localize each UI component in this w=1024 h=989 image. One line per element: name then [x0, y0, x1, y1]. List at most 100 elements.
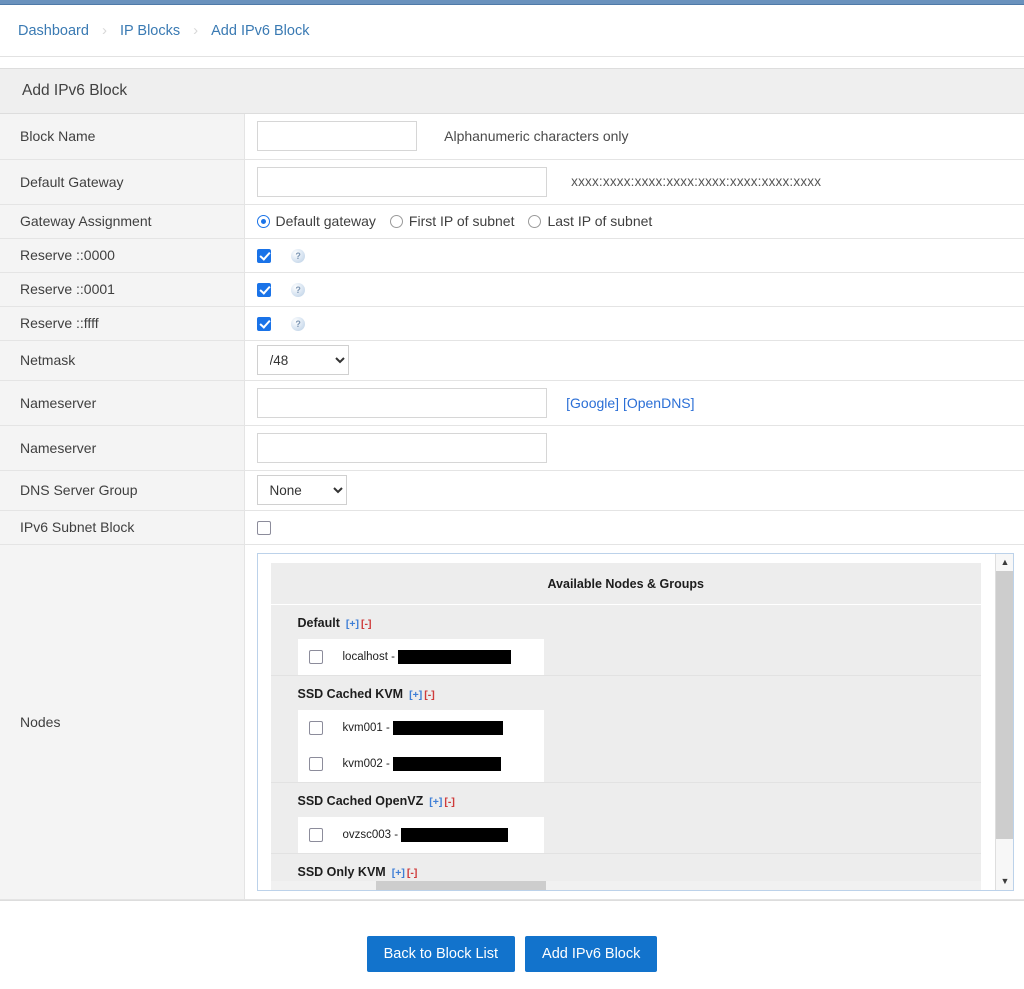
expand-group-link[interactable]: [+]	[346, 618, 359, 630]
form-row-netmask: Netmask /48/56/64/80/96/112	[0, 340, 1024, 380]
label-ipv6-subnet-block: IPv6 Subnet Block	[0, 510, 244, 544]
node-checkbox[interactable]	[309, 828, 323, 842]
node-name-label: ovzsc003 -	[343, 828, 509, 842]
breadcrumb-item-dashboard[interactable]: Dashboard	[18, 23, 89, 39]
cell-block-name: Alphanumeric characters only	[244, 114, 1024, 159]
node-name-label: localhost -	[343, 650, 511, 664]
node-group-header: SSD Cached OpenVZ [+][-]	[271, 782, 982, 817]
radio-first-ip-of-subnet[interactable]: First IP of subnet	[390, 213, 515, 229]
cell-reserve-0000: ?	[244, 238, 1024, 272]
node-list-item[interactable]: localhost -	[298, 639, 544, 675]
label-reserve-0001: Reserve ::0001	[0, 272, 244, 306]
nodes-group-list: Default[+][-]localhost -SSD Cached KVM[+…	[271, 605, 982, 888]
radio-label: Default gateway	[276, 213, 376, 229]
label-nodes: Nodes	[0, 544, 244, 899]
cell-nameserver-1: [Google] [OpenDNS]	[244, 380, 1024, 425]
nodes-scroll-thumb[interactable]	[996, 571, 1014, 839]
label-netmask: Netmask	[0, 340, 244, 380]
scroll-down-arrow-icon[interactable]: ▼	[996, 873, 1014, 890]
nameserver-presets: [Google] [OpenDNS]	[566, 395, 694, 411]
radio-selected-icon	[257, 215, 270, 228]
node-group-name: SSD Cached KVM	[298, 687, 404, 701]
netmask-select[interactable]: /48/56/64/80/96/112	[257, 345, 349, 375]
nodes-vertical-scrollbar[interactable]: ▲ ▼	[995, 554, 1013, 890]
radio-last-ip-of-subnet[interactable]: Last IP of subnet	[528, 213, 652, 229]
breadcrumb-separator-icon: ›	[193, 22, 198, 39]
breadcrumb-separator-icon: ›	[102, 22, 107, 39]
cell-nodes: Available Nodes & Groups Default[+][-]lo…	[244, 544, 1024, 899]
radio-unselected-icon	[528, 215, 541, 228]
node-checkbox[interactable]	[309, 650, 323, 664]
default-gateway-input[interactable]	[257, 167, 547, 197]
form-row-reserve-0000: Reserve ::0000 ?	[0, 238, 1024, 272]
node-group-header: SSD Cached KVM [+][-]	[271, 675, 982, 710]
node-list-item[interactable]: kvm002 -	[298, 746, 544, 782]
node-group-name: SSD Only KVM	[298, 865, 386, 879]
node-list-item[interactable]: kvm001 -	[298, 710, 544, 746]
node-list-item[interactable]: ovzsc003 -	[298, 817, 544, 853]
form-actions: Back to Block List Add IPv6 Block	[0, 901, 1024, 972]
form-row-nodes: Nodes Available Nodes & Groups Default [+…	[0, 544, 1024, 899]
scroll-up-arrow-icon[interactable]: ▲	[996, 554, 1014, 571]
help-icon[interactable]: ?	[291, 317, 305, 331]
cell-nameserver-2	[244, 425, 1024, 470]
nodes-horizontal-scrollbar[interactable]	[271, 881, 982, 890]
google-dns-link[interactable]: [Google]	[566, 395, 619, 411]
label-dns-server-group: DNS Server Group	[0, 470, 244, 510]
reserve-0001-checkbox[interactable]	[257, 283, 271, 297]
node-name-label: kvm001 -	[343, 721, 503, 735]
gateway-assignment-radio-group: Default gateway First IP of subnet Last …	[257, 213, 1024, 229]
node-checkbox[interactable]	[309, 721, 323, 735]
form-row-dns-server-group: DNS Server Group None	[0, 470, 1024, 510]
cell-ipv6-subnet-block	[244, 510, 1024, 544]
add-ipv6-block-panel: Add IPv6 Block Block Name Alphanumeric c…	[0, 68, 1024, 901]
cell-reserve-0001: ?	[244, 272, 1024, 306]
reserve-ffff-checkbox[interactable]	[257, 317, 271, 331]
nodes-selector: Available Nodes & Groups Default[+][-]lo…	[257, 553, 1015, 891]
expand-group-link[interactable]: [+]	[429, 796, 442, 808]
expand-group-link[interactable]: [+]	[392, 867, 405, 879]
help-icon[interactable]: ?	[291, 283, 305, 297]
label-nameserver-1: Nameserver	[0, 380, 244, 425]
radio-default-gateway[interactable]: Default gateway	[257, 213, 376, 229]
collapse-group-link[interactable]: [-]	[444, 796, 455, 808]
cell-dns-server-group: None	[244, 470, 1024, 510]
opendns-link[interactable]: [OpenDNS]	[623, 395, 695, 411]
radio-label: First IP of subnet	[409, 213, 515, 229]
node-group-header: Default [+][-]	[271, 605, 982, 639]
redacted-node-address	[393, 721, 503, 735]
collapse-group-link[interactable]: [-]	[407, 867, 418, 879]
reserve-0000-checkbox[interactable]	[257, 249, 271, 263]
form-row-reserve-0001: Reserve ::0001 ?	[0, 272, 1024, 306]
nameserver-1-input[interactable]	[257, 388, 547, 418]
radio-label: Last IP of subnet	[547, 213, 652, 229]
label-reserve-0000: Reserve ::0000	[0, 238, 244, 272]
label-block-name: Block Name	[0, 114, 244, 159]
collapse-group-link[interactable]: [-]	[424, 689, 435, 701]
nodes-horizontal-scroll-thumb[interactable]	[376, 881, 546, 890]
expand-group-link[interactable]: [+]	[409, 689, 422, 701]
label-gateway-assignment: Gateway Assignment	[0, 204, 244, 238]
nameserver-2-input[interactable]	[257, 433, 547, 463]
form-row-nameserver-2: Nameserver	[0, 425, 1024, 470]
add-ipv6-block-button[interactable]: Add IPv6 Block	[525, 936, 657, 972]
nodes-panel-title: Available Nodes & Groups	[271, 563, 982, 605]
cell-gateway-assignment: Default gateway First IP of subnet Last …	[244, 204, 1024, 238]
add-ipv6-block-form: Block Name Alphanumeric characters only …	[0, 114, 1024, 900]
block-name-input[interactable]	[257, 121, 417, 151]
ipv6-subnet-block-checkbox[interactable]	[257, 521, 271, 535]
node-group-name: Default	[298, 616, 340, 630]
nodes-list-container: Available Nodes & Groups Default[+][-]lo…	[271, 563, 982, 890]
node-checkbox[interactable]	[309, 757, 323, 771]
dns-server-group-select[interactable]: None	[257, 475, 347, 505]
node-group-name: SSD Cached OpenVZ	[298, 794, 424, 808]
radio-unselected-icon	[390, 215, 403, 228]
back-to-block-list-button[interactable]: Back to Block List	[367, 936, 515, 972]
breadcrumb-item-add-ipv6-block[interactable]: Add IPv6 Block	[211, 23, 309, 39]
breadcrumb-item-ip-blocks[interactable]: IP Blocks	[120, 23, 180, 39]
form-row-default-gateway: Default Gateway xxxx:xxxx:xxxx:xxxx:xxxx…	[0, 159, 1024, 204]
help-icon[interactable]: ?	[291, 249, 305, 263]
label-default-gateway: Default Gateway	[0, 159, 244, 204]
collapse-group-link[interactable]: [-]	[361, 618, 372, 630]
page-title: Add IPv6 Block	[0, 69, 1024, 114]
